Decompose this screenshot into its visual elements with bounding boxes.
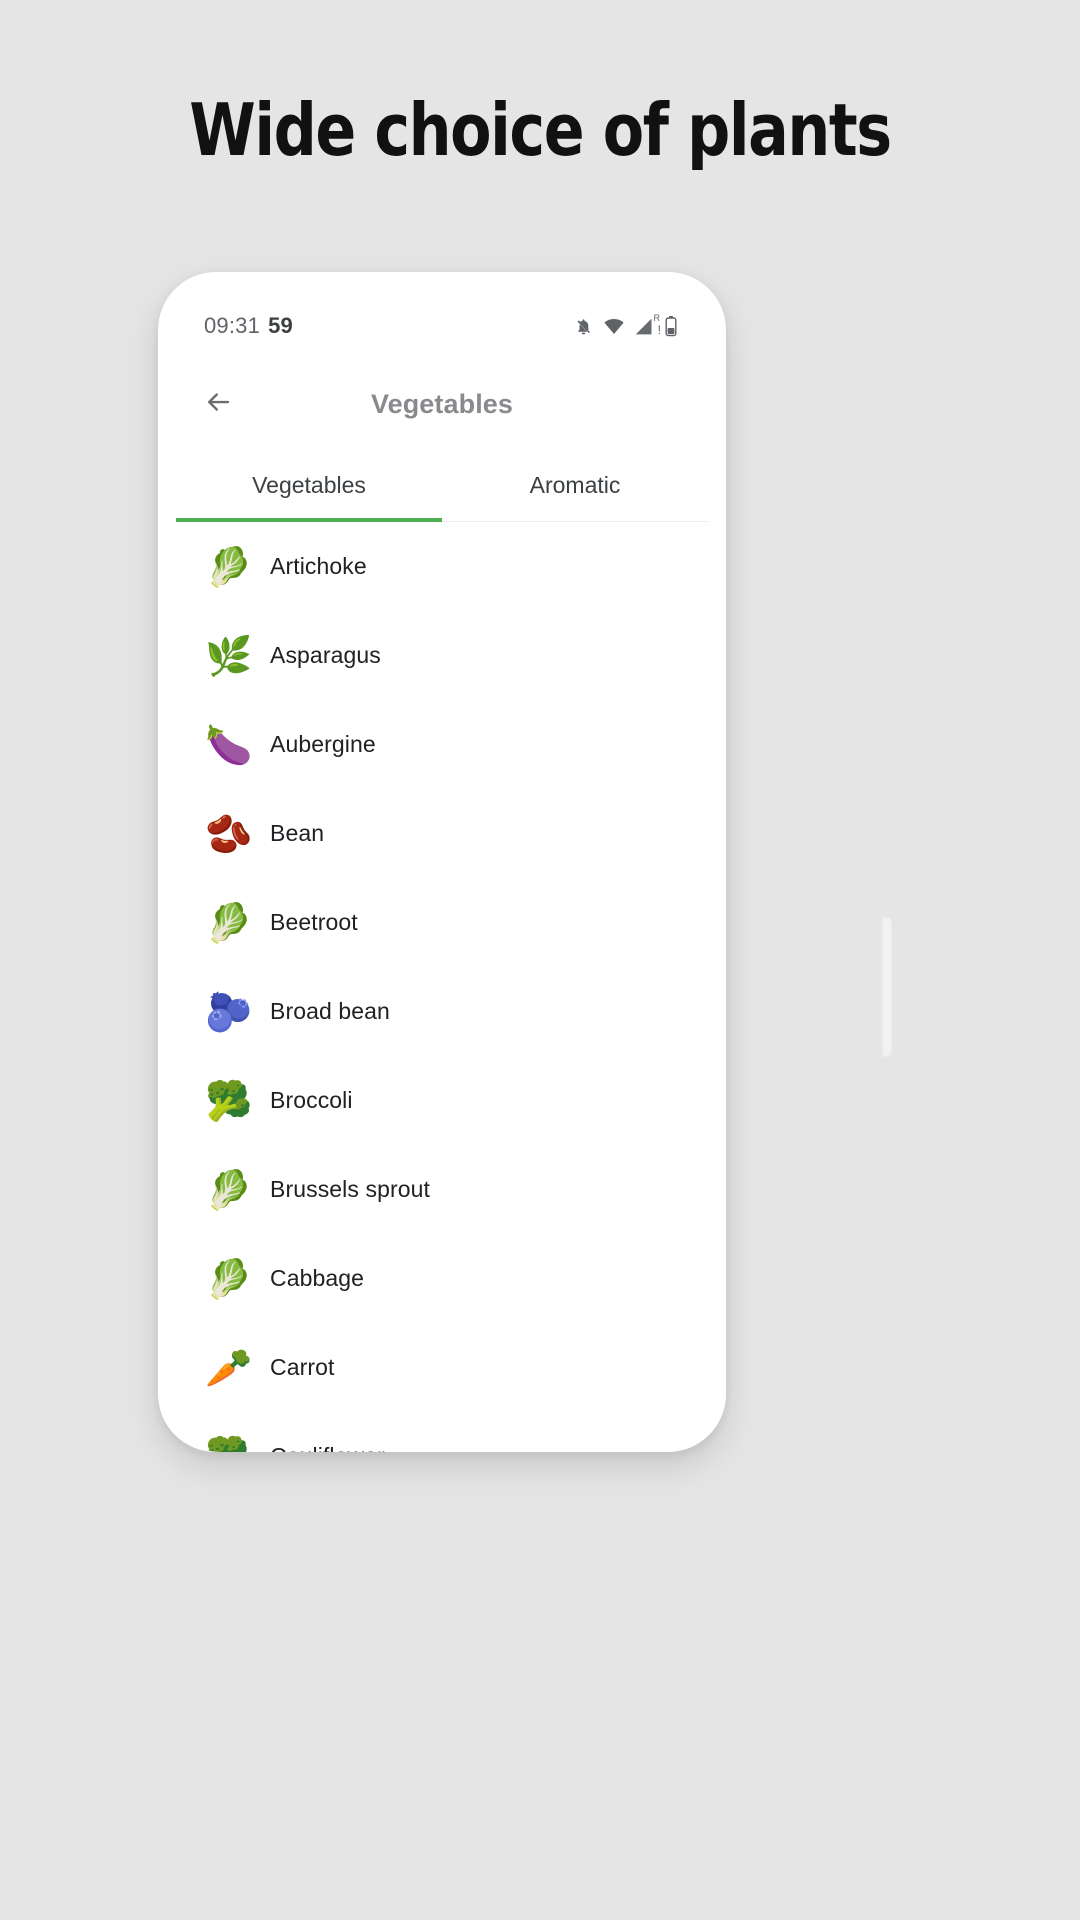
list-item-label: Asparagus xyxy=(270,642,381,668)
list-item-label: Carrot xyxy=(270,1354,335,1380)
brussels-sprout-icon: 🥬 xyxy=(205,1167,253,1212)
list-item-label: Bean xyxy=(270,820,325,846)
tab-aromatic[interactable]: Aromatic xyxy=(442,450,708,521)
list-item[interactable]: 🥬 Beetroot xyxy=(176,878,708,967)
list-item-label: Cabbage xyxy=(270,1265,365,1291)
cauliflower-icon: 🥦 xyxy=(198,1438,260,1453)
list-item[interactable]: 🍆 Aubergine xyxy=(176,700,708,789)
cabbage-icon: 🥬 xyxy=(205,1256,253,1301)
status-clock: 09:31 xyxy=(204,313,261,338)
app-bar-title: Vegetables xyxy=(370,388,514,419)
tab-vegetables-label: Vegetables xyxy=(252,472,366,498)
tab-aromatic-label: Aromatic xyxy=(529,472,621,498)
list-item-label: Broccoli xyxy=(270,1087,353,1113)
tab-bar: Vegetables Aromatic xyxy=(176,450,708,522)
carrot-icon: 🥕 xyxy=(205,1345,253,1390)
status-bar: 09:31 59 R ! xyxy=(176,294,708,358)
wifi-icon xyxy=(603,316,625,337)
list-item[interactable]: 🥬 Artichoke xyxy=(176,522,708,611)
beetroot-icon: 🥬 xyxy=(205,900,253,945)
signal-alert-icon: ! xyxy=(657,322,661,337)
artichoke-icon: 🥬 xyxy=(205,544,253,589)
list-item[interactable]: 🫐 Broad bean xyxy=(176,967,708,1056)
list-item[interactable]: 🫘 Bean xyxy=(176,789,708,878)
status-time: 09:31 59 xyxy=(204,313,293,339)
back-button[interactable] xyxy=(190,376,246,432)
broccoli-icon: 🥦 xyxy=(205,1078,253,1123)
status-seconds: 59 xyxy=(268,313,293,338)
list-item-label: Brussels sprout xyxy=(270,1176,431,1202)
phone-screen: 09:31 59 R ! Vegetables Vegetables Aroma… xyxy=(176,294,708,1452)
status-icons: R ! xyxy=(573,313,678,337)
list-item[interactable]: 🥦 Cauliflower xyxy=(176,1412,708,1453)
app-bar: Vegetables xyxy=(176,358,708,450)
list-item[interactable]: 🥬 Brussels sprout xyxy=(176,1145,708,1234)
battery-icon xyxy=(664,315,678,337)
list-item[interactable]: 🥕 Carrot xyxy=(176,1323,708,1412)
notifications-off-icon xyxy=(573,316,594,337)
arrow-back-icon xyxy=(203,387,233,422)
cellular-signal-icon: R ! xyxy=(634,313,661,337)
list-item-label: Broad bean xyxy=(270,998,390,1024)
phone-button-power xyxy=(882,917,892,1057)
aubergine-icon: 🍆 xyxy=(205,722,253,767)
asparagus-icon: 🌿 xyxy=(205,633,253,678)
list-item-label: Cauliflower xyxy=(270,1443,385,1452)
list-item-label: Artichoke xyxy=(270,553,367,579)
plant-list[interactable]: 🥬 Artichoke 🌿 Asparagus 🍆 Aubergine 🫘 Be… xyxy=(176,522,708,1453)
list-item[interactable]: 🥦 Broccoli xyxy=(176,1056,708,1145)
bean-icon: 🫘 xyxy=(205,811,253,856)
broad-bean-icon: 🫐 xyxy=(205,989,253,1034)
list-item-label: Beetroot xyxy=(270,909,358,935)
list-item[interactable]: 🥬 Cabbage xyxy=(176,1234,708,1323)
roaming-badge: R xyxy=(653,312,661,323)
phone-mockup: 09:31 59 R ! Vegetables Vegetables Aroma… xyxy=(158,272,892,1452)
list-item[interactable]: 🌿 Asparagus xyxy=(176,611,708,700)
list-item-label: Aubergine xyxy=(270,731,376,757)
tab-vegetables[interactable]: Vegetables xyxy=(176,450,442,522)
page-title: Wide choice of plants xyxy=(189,88,892,172)
